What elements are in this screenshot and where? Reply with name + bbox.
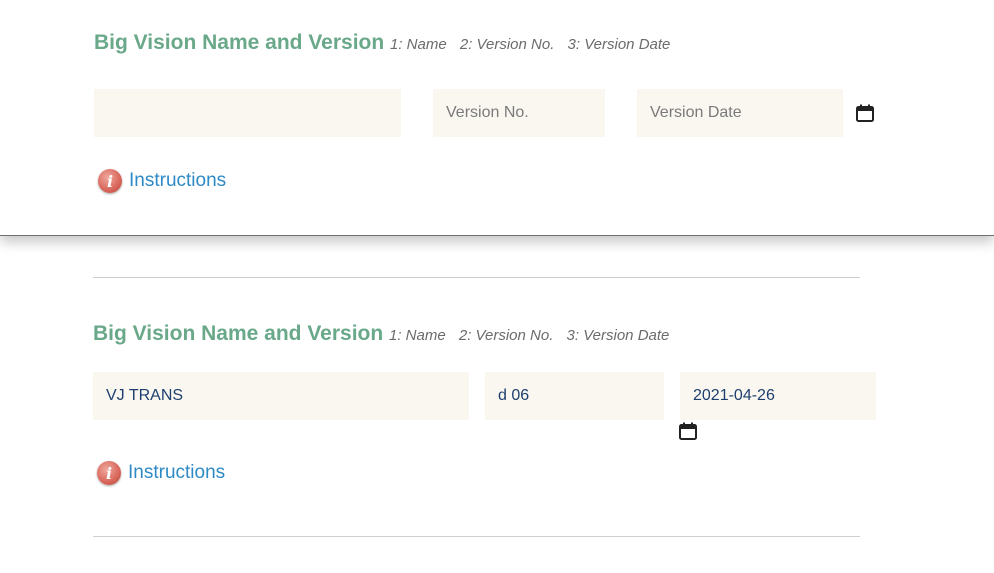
version-date-field[interactable]: 2021-04-26: [680, 372, 876, 420]
hint-date: 3: Version Date: [566, 327, 670, 344]
version-date-field[interactable]: Version Date: [637, 89, 843, 137]
hint-name: 1: Name: [389, 327, 446, 344]
info-icon: i: [98, 169, 122, 193]
calendar-icon[interactable]: [679, 422, 697, 440]
instructions-label: Instructions: [129, 170, 227, 191]
hint-date: 3: Version Date: [567, 36, 671, 53]
hint-version: 2: Version No.: [459, 36, 555, 53]
divider-bottom: [93, 536, 860, 537]
version-field[interactable]: d 06: [485, 372, 664, 420]
sticky-header-panel: Big Vision Name and Version 1: Name 2: V…: [0, 0, 994, 236]
section-title: Big Vision Name and Version: [93, 322, 384, 345]
instructions-link[interactable]: i Instructions: [98, 169, 226, 193]
instructions-link[interactable]: i Instructions: [97, 461, 225, 485]
instructions-label: Instructions: [128, 462, 226, 483]
field-hints: 1: Name 2: Version No. 3: Version Date: [390, 36, 679, 53]
name-field[interactable]: [94, 89, 401, 137]
field-hints: 1: Name 2: Version No. 3: Version Date: [389, 327, 678, 344]
hint-version: 2: Version No.: [458, 327, 554, 344]
version-field[interactable]: Version No.: [433, 89, 605, 137]
info-icon: i: [97, 461, 121, 485]
divider-top: [93, 277, 860, 278]
section-title: Big Vision Name and Version: [94, 31, 385, 54]
calendar-icon[interactable]: [856, 104, 874, 122]
hint-name: 1: Name: [390, 36, 447, 53]
name-field[interactable]: VJ TRANS: [93, 372, 469, 420]
